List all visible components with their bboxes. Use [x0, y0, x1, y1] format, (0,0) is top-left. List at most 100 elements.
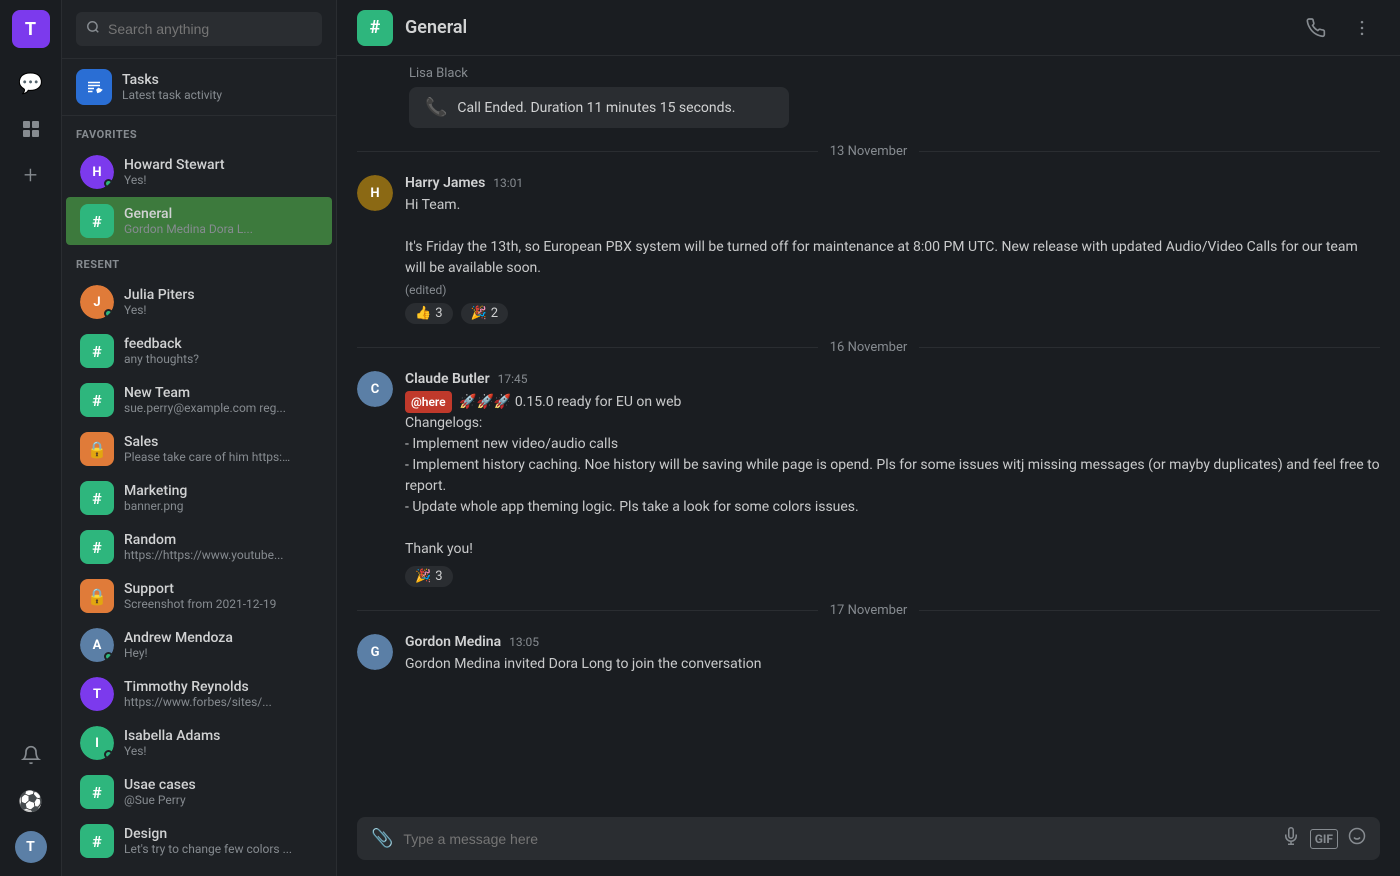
gordon-time: 13:05	[509, 635, 539, 649]
julia-avatar: J	[80, 285, 114, 319]
date-separator-nov16: 16 November	[357, 340, 1380, 355]
sidebar-item-sales[interactable]: 🔒 Sales Please take care of him https:/.…	[66, 425, 332, 473]
howard-text: Howard Stewart Yes!	[124, 157, 225, 187]
date-separator-nov17: 17 November	[357, 603, 1380, 618]
tasks-title: Tasks	[122, 72, 222, 88]
reaction-thumbsup[interactable]: 👍 3	[405, 303, 453, 324]
harry-edited: (edited)	[405, 283, 1380, 297]
andrew-text: Andrew Mendoza Hey!	[124, 630, 233, 660]
main-header: # General	[337, 0, 1400, 56]
chat-area[interactable]: Lisa Black 📞 Call Ended. Duration 11 min…	[337, 56, 1400, 805]
claude-sender: Claude Butler	[405, 371, 490, 387]
soccer-icon[interactable]: ⚽	[12, 782, 50, 820]
sidebar-item-feedback[interactable]: # feedback any thoughts?	[66, 327, 332, 375]
bell-icon[interactable]	[12, 736, 50, 774]
search-box[interactable]	[76, 12, 322, 46]
call-ended-block: Lisa Black 📞 Call Ended. Duration 11 min…	[357, 66, 1380, 128]
timmothy-text: Timmothy Reynolds https://www.forbes/sit…	[124, 679, 272, 709]
newteam-icon: #	[80, 383, 114, 417]
message-claude: C Claude Butler 17:45 @here 🚀🚀🚀 0.15.0 r…	[357, 371, 1380, 587]
harry-header: Harry James 13:01	[405, 175, 1380, 191]
isabella-online	[104, 750, 113, 759]
claude-header: Claude Butler 17:45	[405, 371, 1380, 387]
main-content: # General Lisa Black 📞 Call Ended. Durat…	[337, 0, 1400, 876]
harry-content: Harry James 13:01 Hi Team. It's Friday t…	[405, 175, 1380, 324]
sidebar-item-design[interactable]: # Design Let's try to change few colors …	[66, 817, 332, 865]
harry-text: Hi Team. It's Friday the 13th, so Europe…	[405, 195, 1380, 279]
random-text: Random https://https://www.youtube...	[124, 532, 283, 562]
sidebar-item-howard[interactable]: H Howard Stewart Yes!	[66, 148, 332, 196]
sidebar-item-support[interactable]: 🔒 Support Screenshot from 2021-12-19	[66, 572, 332, 620]
at-here-badge: @here	[405, 391, 452, 413]
search-input[interactable]	[108, 21, 312, 37]
design-icon: #	[80, 824, 114, 858]
reaction-party2[interactable]: 🎉 3	[405, 566, 453, 587]
message-input-area: 📎 GIF	[337, 805, 1400, 876]
grid-icon[interactable]	[12, 110, 50, 148]
andrew-avatar: A	[80, 628, 114, 662]
usecases-text: Usae cases @Sue Perry	[124, 777, 196, 807]
design-text: Design Let's try to change few colors ..…	[124, 826, 292, 856]
julia-text: Julia Piters Yes!	[124, 287, 195, 317]
sales-icon: 🔒	[80, 432, 114, 466]
feedback-text: feedback any thoughts?	[124, 336, 199, 366]
sidebar-item-julia[interactable]: J Julia Piters Yes!	[66, 278, 332, 326]
emoji-icon[interactable]	[1348, 827, 1366, 850]
sidebar-item-random[interactable]: # Random https://https://www.youtube...	[66, 523, 332, 571]
recent-label: RESENT	[62, 246, 336, 277]
sidebar-item-newteam[interactable]: # New Team sue.perry@example.com reg...	[66, 376, 332, 424]
search-icon	[86, 20, 100, 38]
sidebar: Tasks Latest task activity FAVORITES H H…	[62, 0, 337, 876]
user-avatar[interactable]: T	[12, 10, 50, 48]
attach-icon[interactable]: 📎	[371, 828, 393, 849]
mic-icon[interactable]	[1282, 827, 1300, 850]
channel-name-header: General	[405, 17, 467, 38]
phone-icon-btn[interactable]	[1298, 10, 1334, 46]
sidebar-item-usecases[interactable]: # Usae cases @Sue Perry	[66, 768, 332, 816]
gordon-content: Gordon Medina 13:05 Gordon Medina invite…	[405, 634, 1380, 675]
tasks-text: Tasks Latest task activity	[122, 72, 222, 102]
favorites-label: FAVORITES	[62, 116, 336, 147]
sidebar-item-marketing[interactable]: # Marketing banner.png	[66, 474, 332, 522]
sidebar-item-isabella[interactable]: I Isabella Adams Yes!	[66, 719, 332, 767]
harry-reactions: 👍 3 🎉 2	[405, 303, 1380, 324]
message-input[interactable]	[403, 831, 1271, 847]
usecases-icon: #	[80, 775, 114, 809]
claude-text: @here 🚀🚀🚀 0.15.0 ready for EU on web Cha…	[405, 391, 1380, 560]
add-channel-icon[interactable]: +	[12, 156, 50, 194]
date-nov13: 13 November	[830, 144, 908, 159]
sidebar-item-timmothy[interactable]: T Timmothy Reynolds https://www.forbes/s…	[66, 670, 332, 718]
reaction-party[interactable]: 🎉 2	[461, 303, 509, 324]
tasks-item[interactable]: Tasks Latest task activity	[62, 59, 336, 116]
gif-icon[interactable]: GIF	[1310, 829, 1338, 849]
online-indicator	[104, 179, 113, 188]
marketing-text: Marketing banner.png	[124, 483, 187, 513]
search-area	[62, 0, 336, 59]
marketing-icon: #	[80, 481, 114, 515]
call-ended-text: Call Ended. Duration 11 minutes 15 secon…	[457, 100, 735, 116]
date-separator-nov13: 13 November	[357, 144, 1380, 159]
gordon-text: Gordon Medina invited Dora Long to join …	[405, 654, 1380, 675]
general-text: General Gordon Medina Dora L...	[124, 206, 253, 236]
tasks-icon	[76, 69, 112, 105]
chat-icon[interactable]: 💬	[12, 64, 50, 102]
feedback-icon: #	[80, 334, 114, 368]
message-harry: H Harry James 13:01 Hi Team. It's Friday…	[357, 175, 1380, 324]
general-channel-icon: #	[80, 204, 114, 238]
harry-sender: Harry James	[405, 175, 485, 191]
sidebar-item-general[interactable]: # General Gordon Medina Dora L...	[66, 197, 332, 245]
support-text: Support Screenshot from 2021-12-19	[124, 581, 276, 611]
timmothy-avatar: T	[80, 677, 114, 711]
harry-time: 13:01	[493, 176, 523, 190]
more-options-btn[interactable]	[1344, 10, 1380, 46]
user-profile-icon[interactable]: T	[12, 828, 50, 866]
gordon-header: Gordon Medina 13:05	[405, 634, 1380, 650]
channel-header-icon: #	[357, 10, 393, 46]
sidebar-item-andrew[interactable]: A Andrew Mendoza Hey!	[66, 621, 332, 669]
icon-bar: T 💬 + ⚽ T	[0, 0, 62, 876]
julia-online	[104, 309, 113, 318]
channel-list: FAVORITES H Howard Stewart Yes! # Genera…	[62, 116, 336, 876]
call-ended-icon: 📞	[425, 97, 447, 118]
claude-avatar: C	[357, 371, 393, 407]
claude-content: Claude Butler 17:45 @here 🚀🚀🚀 0.15.0 rea…	[405, 371, 1380, 587]
